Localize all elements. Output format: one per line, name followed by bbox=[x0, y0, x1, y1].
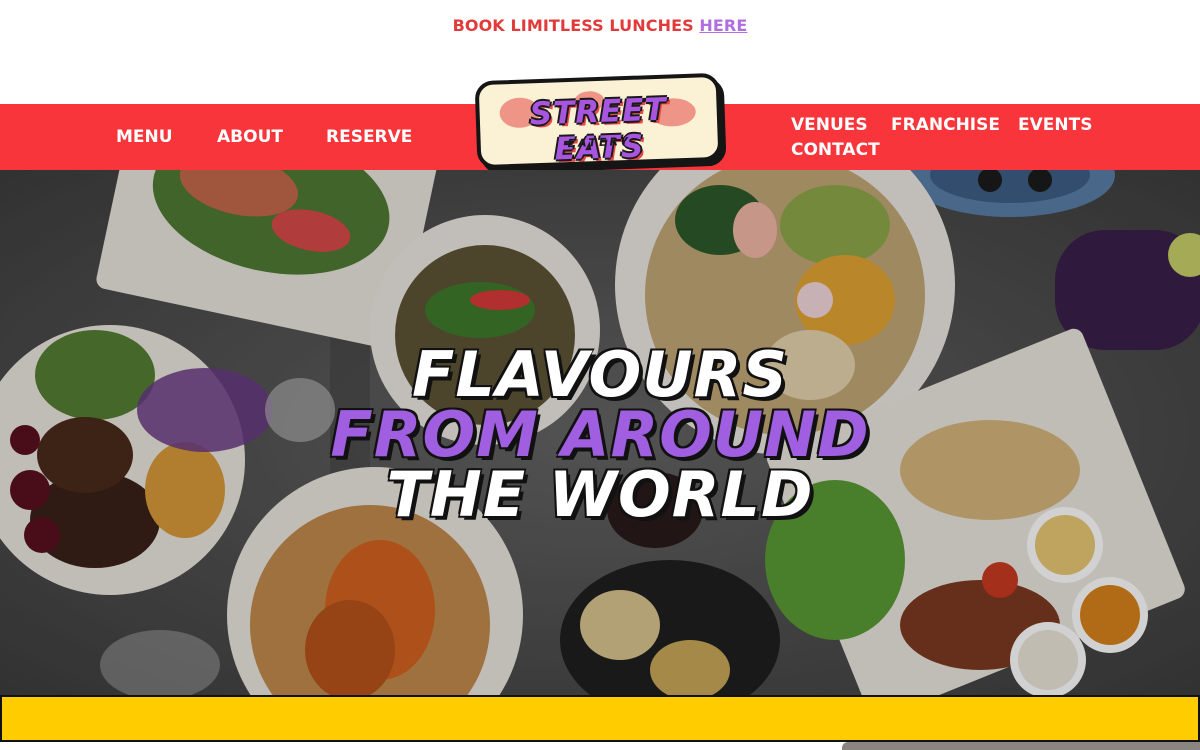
nav-item-reserve[interactable]: RESERVE bbox=[326, 127, 412, 147]
promo-text: BOOK LIMITLESS LUNCHES bbox=[452, 16, 694, 35]
site-logo[interactable]: STREET EATS EATERY bbox=[474, 72, 723, 170]
promo-message: BOOK LIMITLESS LUNCHES HERE bbox=[0, 16, 1200, 35]
promo-link[interactable]: HERE bbox=[699, 16, 747, 35]
nav-item-about[interactable]: ABOUT bbox=[217, 127, 283, 147]
nav-item-menu[interactable]: MENU bbox=[116, 127, 173, 147]
hero-headline-line3: THE WORLD bbox=[386, 458, 814, 531]
nav-item-venues[interactable]: VENUES bbox=[791, 115, 868, 135]
nav-item-contact[interactable]: CONTACT bbox=[791, 140, 880, 160]
nav-item-franchise[interactable]: FRANCHISE bbox=[891, 115, 1000, 135]
next-section-image-peek bbox=[842, 742, 1200, 750]
yellow-banner-strip bbox=[0, 695, 1200, 742]
nav-item-events[interactable]: EVENTS bbox=[1018, 115, 1092, 135]
logo-title: STREET EATS bbox=[529, 91, 668, 168]
